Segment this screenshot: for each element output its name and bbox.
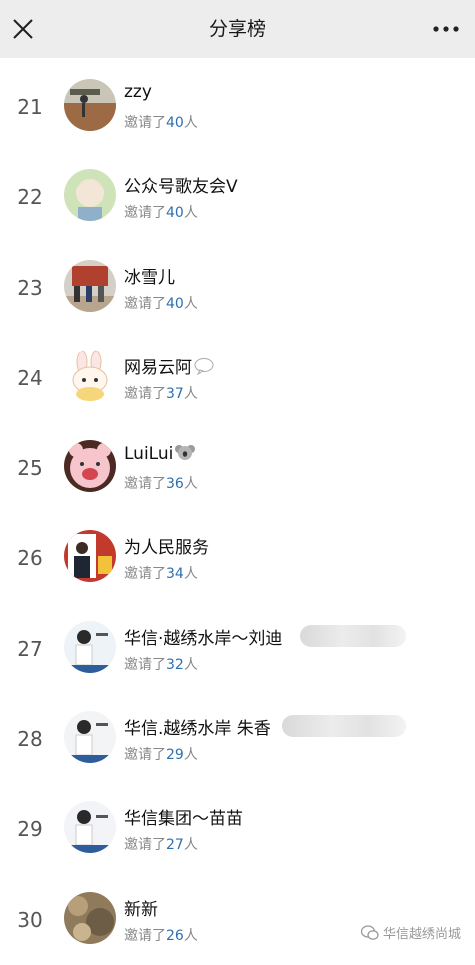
- avatar: [64, 260, 116, 312]
- invite-count: 邀请了34人: [124, 563, 198, 583]
- avatar: [64, 530, 116, 582]
- rank-number: 28: [0, 694, 60, 784]
- rank-number: 24: [0, 333, 60, 423]
- list-item[interactable]: 22 公众号歌友会V 邀请了40人: [0, 152, 475, 242]
- wechat-icon: [361, 925, 379, 945]
- list-item[interactable]: 25 LuiLui 邀请了36人: [0, 423, 475, 513]
- invite-count: 邀请了29人: [124, 744, 198, 764]
- blurred-region: [300, 625, 406, 647]
- list-item[interactable]: 21 zzy 邀请了40人: [0, 62, 475, 152]
- ranking-list: 21 zzy 邀请了40人 22 公众号歌友会V: [0, 62, 475, 965]
- rank-number: 30: [0, 875, 60, 965]
- rank-number: 21: [0, 62, 60, 152]
- blurred-region: [282, 715, 406, 737]
- rank-number: 29: [0, 784, 60, 874]
- invite-count: 邀请了26人: [124, 925, 198, 945]
- avatar: [64, 801, 116, 853]
- invite-count: 邀请了40人: [124, 112, 198, 132]
- watermark: 华信越绣尚城: [361, 923, 461, 945]
- rank-number: 22: [0, 152, 60, 242]
- invite-count: 邀请了37人: [124, 383, 198, 403]
- user-name: zzy: [124, 82, 152, 102]
- invite-count: 邀请了32人: [124, 654, 198, 674]
- koala-icon: [175, 443, 195, 466]
- user-name: 华信.越绣水岸 朱香: [124, 714, 271, 739]
- avatar: [64, 440, 116, 492]
- speech-bubble-icon: [194, 357, 214, 380]
- user-name: 华信集团～苗苗: [124, 804, 243, 829]
- avatar: [64, 892, 116, 944]
- top-bar: 分享榜: [0, 0, 475, 58]
- list-item[interactable]: 29 华信集团～苗苗 邀请了27人: [0, 784, 475, 874]
- user-name: 公众号歌友会V: [124, 172, 238, 197]
- list-item[interactable]: 24 网易云阿 邀请了37人: [0, 333, 475, 423]
- invite-count: 邀请了36人: [124, 473, 198, 493]
- avatar: [64, 350, 116, 402]
- avatar: [64, 79, 116, 131]
- user-name: 新新: [124, 895, 158, 920]
- rank-number: 26: [0, 513, 60, 603]
- invite-count: 邀请了40人: [124, 202, 198, 222]
- invite-count: 邀请了40人: [124, 293, 198, 313]
- user-name: 冰雪儿: [124, 263, 175, 288]
- list-item[interactable]: 26 为人民服务 邀请了34人: [0, 513, 475, 603]
- page-title: 分享榜: [0, 0, 475, 58]
- rank-number: 23: [0, 243, 60, 333]
- avatar: [64, 711, 116, 763]
- invite-count: 邀请了27人: [124, 834, 198, 854]
- avatar: [64, 169, 116, 221]
- rank-number: 27: [0, 604, 60, 694]
- user-name: LuiLui: [124, 443, 195, 466]
- user-name: 华信·越绣水岸～刘迪: [124, 624, 282, 649]
- list-item[interactable]: 27 华信·越绣水岸～刘迪 邀请了32人: [0, 604, 475, 694]
- list-item[interactable]: 30 新新 邀请了26人: [0, 875, 475, 965]
- more-dots-icon[interactable]: [431, 18, 461, 40]
- list-item[interactable]: 28 华信.越绣水岸 朱香 邀请了29人: [0, 694, 475, 784]
- avatar: [64, 621, 116, 673]
- user-name: 为人民服务: [124, 533, 209, 558]
- rank-number: 25: [0, 423, 60, 513]
- user-name: 网易云阿: [124, 353, 214, 380]
- list-item[interactable]: 23 冰雪儿 邀请了40人: [0, 243, 475, 333]
